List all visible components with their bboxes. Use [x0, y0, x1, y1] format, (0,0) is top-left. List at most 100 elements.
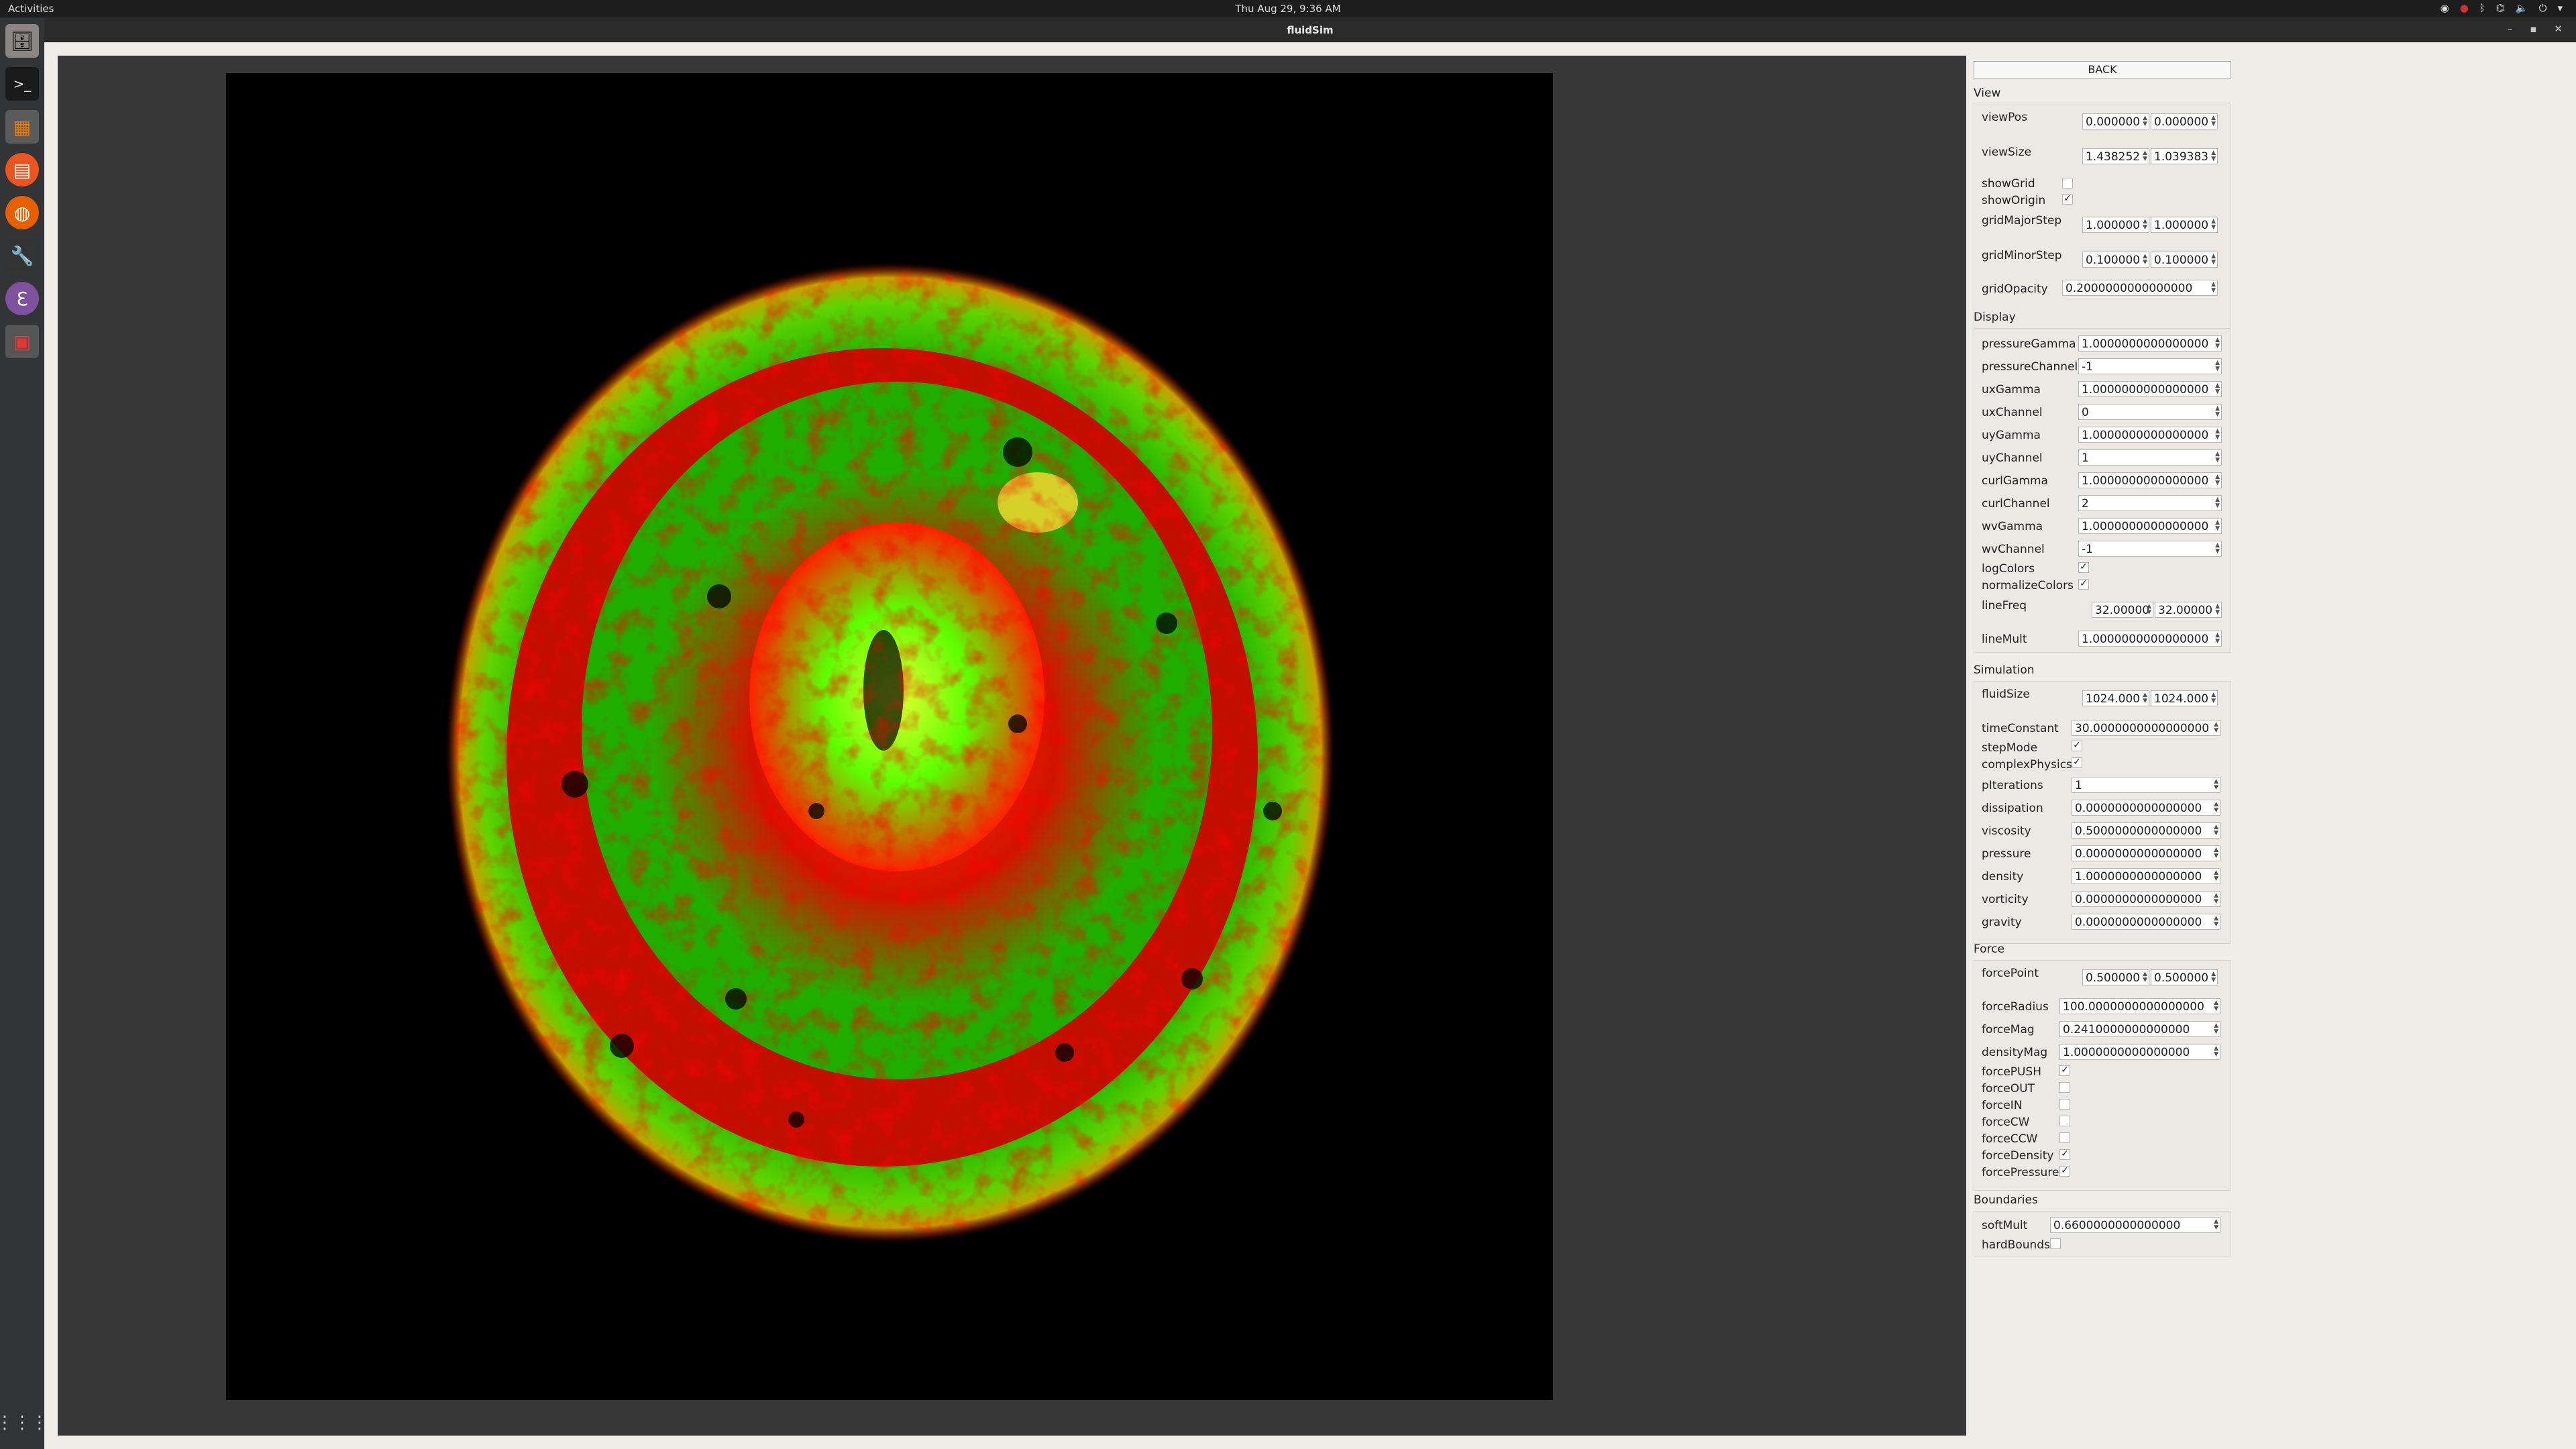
- firefox-icon[interactable]: ◍: [5, 196, 39, 229]
- viewpos-y-input[interactable]: 0.000000 ▲ ▼: [2151, 113, 2218, 129]
- chevron-down-icon[interactable]: ▾: [2557, 2, 2563, 14]
- curlgamma-input[interactable]: 1.0000000000000000 ▲ ▼: [2078, 472, 2222, 488]
- forcedensity-label: forceDensity: [1982, 1149, 2054, 1163]
- viewsize-y-input[interactable]: 1.039383 ▲ ▼: [2151, 148, 2218, 164]
- minimize-icon[interactable]: –: [2508, 23, 2513, 35]
- density-input[interactable]: 1.0000000000000000 ▲ ▼: [2072, 868, 2220, 884]
- viewpos-label: viewPos: [1982, 111, 2028, 124]
- forceout-label: forceOUT: [1982, 1082, 2035, 1095]
- calculator-icon[interactable]: ▦: [5, 110, 39, 144]
- bluetooth-icon[interactable]: ᛒ: [2479, 2, 2485, 14]
- forcemag-input[interactable]: 0.2410000000000000 ▲ ▼: [2059, 1021, 2220, 1037]
- normalizecolors-label: normalizeColors: [1982, 579, 2074, 592]
- uychannel-label: uyChannel: [1982, 451, 2043, 465]
- linefreq-y-input[interactable]: 32.00000 ▲ ▼: [2155, 602, 2222, 618]
- gridmajorstep-x-input[interactable]: 1.000000 ▲ ▼: [2082, 217, 2149, 233]
- viewsize-x-input[interactable]: 1.438252 ▲ ▼: [2082, 148, 2149, 164]
- linefreq-label: lineFreq: [1982, 599, 2027, 612]
- forceccw-label: forceCCW: [1982, 1132, 2038, 1146]
- linemult-label: lineMult: [1982, 633, 2027, 646]
- forcemag-label: forceMag: [1982, 1023, 2035, 1036]
- logcolors-checkbox[interactable]: ✓: [2078, 562, 2089, 573]
- pressure-input[interactable]: 0.0000000000000000 ▲ ▼: [2072, 845, 2220, 861]
- window-titlebar[interactable]: fluidSim – ▪ ✕: [44, 17, 2576, 42]
- fluid-canvas[interactable]: [226, 73, 1553, 1400]
- forceccw-checkbox[interactable]: [2059, 1132, 2070, 1143]
- curlchannel-input[interactable]: 2 ▲ ▼: [2078, 495, 2222, 511]
- fluidsize-label: fluidSize: [1982, 688, 2030, 701]
- forcedensity-checkbox[interactable]: ✓: [2059, 1149, 2070, 1160]
- complexphysics-checkbox[interactable]: ✓: [2072, 757, 2082, 768]
- wvgamma-input[interactable]: 1.0000000000000000 ▲ ▼: [2078, 518, 2222, 534]
- software-center-icon[interactable]: ▤: [5, 153, 39, 186]
- network-icon[interactable]: ⌬: [2496, 2, 2505, 14]
- complexphysics-label: complexPhysics: [1982, 758, 2072, 771]
- fluidsize-y-input[interactable]: 1024.000 ▲ ▼: [2151, 690, 2218, 706]
- softmult-input[interactable]: 0.6600000000000000 ▲ ▼: [2050, 1217, 2220, 1233]
- forcein-checkbox[interactable]: [2059, 1099, 2070, 1110]
- simulation-viewport[interactable]: [58, 56, 1966, 1436]
- system-top-bar: Activities Thu Aug 29, 9:36 AM ◉ ● ᛒ ⌬ 🔈…: [0, 0, 2576, 17]
- curlgamma-label: curlGamma: [1982, 474, 2048, 488]
- gridopacity-input[interactable]: 0.2000000000000000 ▲ ▼: [2062, 280, 2218, 296]
- linefreq-x-input[interactable]: 32.00000 ▲ ▼: [2092, 602, 2153, 618]
- viscosity-input[interactable]: 0.5000000000000000 ▲ ▼: [2072, 822, 2220, 839]
- clock[interactable]: Thu Aug 29, 9:36 AM: [0, 3, 2576, 15]
- gravity-input[interactable]: 0.0000000000000000 ▲ ▼: [2072, 914, 2220, 930]
- fluidsim-app-icon[interactable]: ▣: [5, 325, 39, 358]
- terminal-icon[interactable]: >_: [5, 67, 39, 101]
- gridmajorstep-y-input[interactable]: 1.000000 ▲ ▼: [2151, 217, 2218, 233]
- show-apps-icon[interactable]: ⋮⋮⋮: [0, 1406, 48, 1440]
- window-title: fluidSim: [1287, 24, 1334, 36]
- stepmode-checkbox[interactable]: ✓: [2072, 741, 2082, 751]
- curlchannel-label: curlChannel: [1982, 497, 2050, 511]
- back-button[interactable]: BACK: [1974, 61, 2231, 78]
- forcepoint-y-input[interactable]: 0.500000 ▲ ▼: [2151, 969, 2218, 985]
- forceradius-input[interactable]: 100.0000000000000000 ▲ ▼: [2059, 998, 2220, 1014]
- tools-icon[interactable]: 🔧: [5, 239, 39, 272]
- showgrid-checkbox[interactable]: [2062, 178, 2073, 189]
- linemult-input[interactable]: 1.0000000000000000 ▲ ▼: [2078, 631, 2222, 647]
- emacs-icon[interactable]: Ɛ: [5, 282, 39, 315]
- densitymag-input[interactable]: 1.0000000000000000 ▲ ▼: [2059, 1044, 2220, 1060]
- dissipation-input[interactable]: 0.0000000000000000 ▲ ▼: [2072, 800, 2220, 816]
- vorticity-input[interactable]: 0.0000000000000000 ▲ ▼: [2072, 891, 2220, 907]
- power-icon[interactable]: ⏻: [2539, 2, 2547, 14]
- viscosity-label: viscosity: [1982, 824, 2031, 838]
- timeconstant-label: timeConstant: [1982, 722, 2059, 735]
- files-icon[interactable]: 🗄: [5, 24, 39, 58]
- pressuregamma-input[interactable]: 1.0000000000000000 ▲ ▼: [2078, 335, 2222, 352]
- maximize-icon[interactable]: ▪: [2530, 23, 2536, 35]
- notification-icon[interactable]: ●: [2460, 2, 2469, 14]
- forcepressure-checkbox[interactable]: ✓: [2059, 1166, 2070, 1177]
- viewpos-x-input[interactable]: 0.000000 ▲ ▼: [2082, 113, 2149, 129]
- wvchannel-label: wvChannel: [1982, 543, 2045, 556]
- uxchannel-input[interactable]: 0 ▲ ▼: [2078, 404, 2222, 420]
- wvchannel-input[interactable]: -1 ▲ ▼: [2078, 541, 2222, 557]
- uygamma-input[interactable]: 1.0000000000000000 ▲ ▼: [2078, 427, 2222, 443]
- volume-icon[interactable]: 🔈: [2516, 2, 2528, 14]
- fluid-render: [446, 263, 1334, 1242]
- timeconstant-input[interactable]: 30.0000000000000000 ▲ ▼: [2072, 720, 2220, 736]
- uxgamma-input[interactable]: 1.0000000000000000 ▲ ▼: [2078, 381, 2222, 397]
- forceout-checkbox[interactable]: [2059, 1082, 2070, 1093]
- system-tray[interactable]: ◉ ● ᛒ ⌬ 🔈 ⏻ ▾: [2440, 2, 2563, 14]
- piterations-input[interactable]: 1 ▲ ▼: [2072, 777, 2220, 793]
- gridminorstep-x-input[interactable]: 0.100000 ▲ ▼: [2082, 252, 2149, 268]
- showorigin-checkbox[interactable]: ✓: [2062, 194, 2073, 205]
- forcepoint-x-input[interactable]: 0.500000 ▲ ▼: [2082, 969, 2149, 985]
- fluidsize-x-input[interactable]: 1024.000 ▲ ▼: [2082, 690, 2149, 706]
- main-window: BACK View viewPos 0.000000 ▲ ▼ 0.000000 ▲ ▼ …: [44, 42, 2576, 1449]
- forcecw-checkbox[interactable]: [2059, 1116, 2070, 1126]
- normalizecolors-checkbox[interactable]: ✓: [2078, 579, 2089, 590]
- pressurechannel-input[interactable]: -1 ▲ ▼: [2078, 358, 2222, 374]
- piterations-label: pIterations: [1982, 779, 2043, 792]
- gridmajorstep-label: gridMajorStep: [1982, 214, 2062, 227]
- steam-icon[interactable]: ◉: [2440, 2, 2449, 14]
- gridopacity-label: gridOpacity: [1982, 282, 2048, 296]
- uychannel-input[interactable]: 1 ▲ ▼: [2078, 449, 2222, 466]
- gridminorstep-y-input[interactable]: 0.100000 ▲ ▼: [2151, 252, 2218, 268]
- close-icon[interactable]: ✕: [2554, 23, 2563, 35]
- hardbounds-checkbox[interactable]: [2050, 1238, 2061, 1249]
- forcepush-checkbox[interactable]: ✓: [2059, 1065, 2070, 1076]
